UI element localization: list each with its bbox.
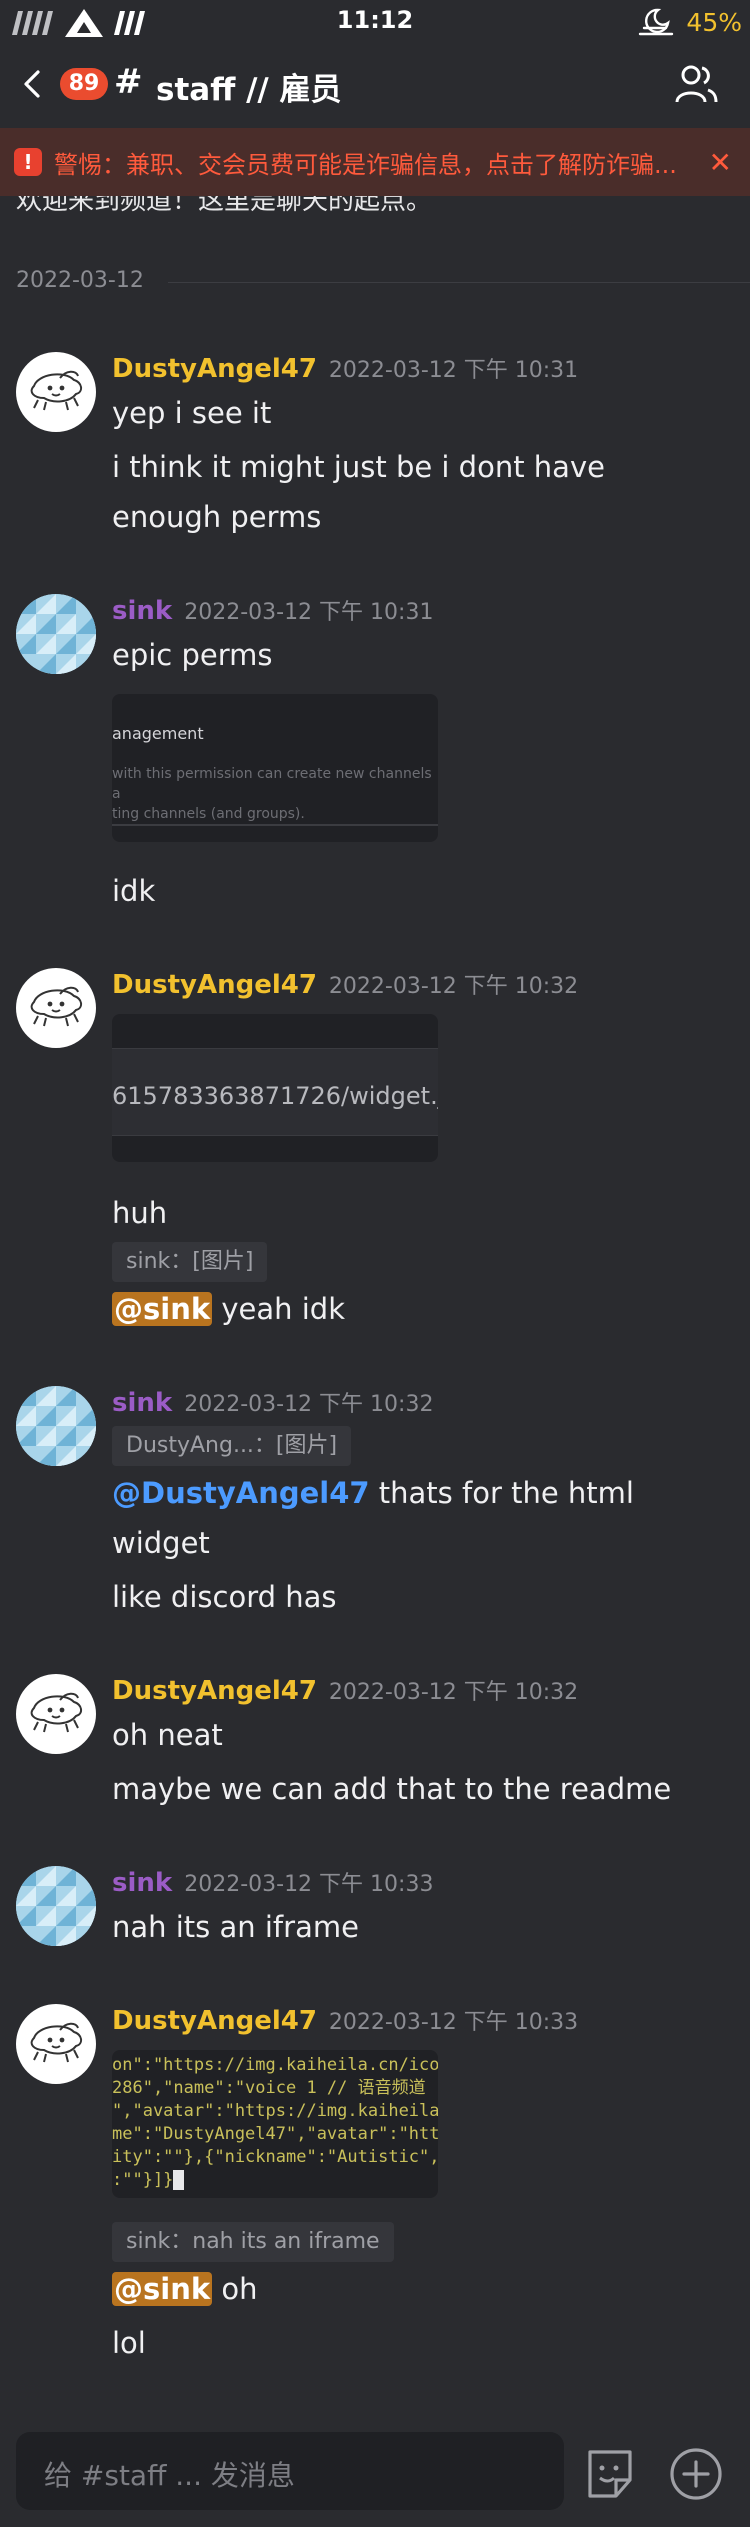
message-text: @DustyAngel47 thats for the html — [112, 1476, 634, 1510]
message-text: @sink yeah idk — [112, 1292, 345, 1326]
close-icon[interactable]: ✕ — [709, 146, 732, 179]
channel-title: staff // 雇员 — [156, 72, 342, 108]
mention[interactable]: @sink — [112, 1292, 213, 1326]
author-name[interactable]: sink 2022-03-12 下午 10:32 — [112, 1386, 433, 1418]
image-divider — [112, 824, 438, 826]
avatar[interactable] — [16, 594, 96, 674]
image-text: with this permission can create new chan… — [112, 766, 432, 822]
members-icon — [675, 65, 718, 103]
angel-avatar-icon — [30, 1692, 82, 1733]
message-text: lol — [112, 2326, 146, 2360]
message-text: epic perms — [112, 638, 273, 672]
date-divider: 2022-03-12 — [0, 262, 750, 302]
reply-quote[interactable]: sink：nah its an iframe — [112, 2222, 394, 2262]
reply-quote[interactable]: sink：[图片] — [112, 1242, 268, 1282]
message-text: nah its an iframe — [112, 1910, 359, 1944]
message-input-placeholder[interactable]: 给 #staff ... 发消息 — [44, 2454, 295, 2494]
hash-icon: # — [114, 62, 143, 102]
reply-quote[interactable]: DustyAng...：[图片] — [112, 1426, 352, 1466]
angel-avatar-icon — [30, 986, 82, 1027]
image-text: 615783363871726/widget.json — [112, 1082, 438, 1110]
angel-avatar-icon — [30, 370, 82, 411]
author-name[interactable]: sink 2022-03-12 下午 10:33 — [112, 1866, 433, 1898]
members-button[interactable] — [674, 62, 718, 106]
code-screenshot: on":"https://img.kaiheila.cn/ico 286","na… — [112, 2055, 438, 2190]
avatar[interactable] — [16, 1866, 96, 1946]
unread-badge: 89 — [60, 68, 108, 100]
author-name[interactable]: DustyAngel47 2022-03-12 下午 10:33 — [112, 2004, 578, 2036]
message-time: 2022-03-12 下午 10:32 — [328, 1680, 579, 1705]
message-text: oh neat — [112, 1718, 223, 1752]
plus-icon — [670, 2448, 722, 2500]
back-chevron-icon — [24, 70, 40, 98]
author-name[interactable]: DustyAngel47 2022-03-12 下午 10:32 — [112, 1674, 578, 1706]
avatar[interactable] — [16, 2004, 96, 2084]
battery-percent: 45% — [686, 7, 742, 37]
message-text: huh — [112, 1196, 168, 1230]
message-text: enough perms — [112, 500, 322, 534]
warning-icon: ! — [14, 148, 42, 176]
moon-cloud-icon — [639, 8, 674, 36]
message-composer[interactable]: 给 #staff ... 发消息 — [16, 2432, 564, 2510]
avatar[interactable] — [16, 968, 96, 1048]
mention[interactable]: @DustyAngel47 — [112, 1476, 370, 1510]
author-name[interactable]: sink 2022-03-12 下午 10:31 — [112, 594, 433, 626]
sink-avatar-icon — [16, 594, 96, 674]
avatar[interactable] — [16, 1386, 96, 1466]
add-attachment-button[interactable] — [668, 2446, 724, 2502]
image-attachment[interactable]: anagement with this permission can creat… — [112, 694, 438, 842]
message-time: 2022-03-12 下午 10:33 — [184, 1872, 434, 1897]
message-time: 2022-03-12 下午 10:33 — [328, 2010, 579, 2035]
divider-line — [168, 282, 750, 283]
channel-header: 89 # staff // 雇员 — [0, 50, 750, 122]
image-text: anagement — [112, 724, 204, 743]
warning-text: 警惕：兼职、交会员费可能是诈骗信息，点击了解防诈骗... — [54, 150, 677, 179]
author-name[interactable]: DustyAngel47 2022-03-12 下午 10:32 — [112, 968, 578, 1000]
image-attachment[interactable]: 615783363871726/widget.json — [112, 1014, 438, 1162]
divider-date: 2022-03-12 — [16, 268, 158, 293]
avatar[interactable] — [16, 1674, 96, 1754]
angel-avatar-icon — [30, 2022, 82, 2063]
status-right: 45% — [636, 6, 742, 38]
sticker-icon — [588, 2450, 632, 2498]
message-text: yep i see it — [112, 396, 272, 430]
back-button[interactable] — [20, 64, 60, 104]
message-text: like discord has — [112, 1580, 337, 1614]
message-time: 2022-03-12 下午 10:31 — [328, 358, 579, 383]
fraud-warning-banner[interactable]: ! 警惕：兼职、交会员费可能是诈骗信息，点击了解防诈骗... ✕ — [0, 128, 750, 196]
status-bar: 11:12 45% — [0, 0, 750, 44]
message-time: 2022-03-12 下午 10:32 — [184, 1392, 434, 1417]
message-text: i think it might just be i dont have — [112, 450, 605, 484]
message-text: @sink oh — [112, 2272, 258, 2306]
sink-avatar-icon — [16, 1386, 96, 1466]
image-attachment[interactable]: on":"https://img.kaiheila.cn/ico 286","na… — [112, 2050, 438, 2198]
avatar[interactable] — [16, 352, 96, 432]
mention[interactable]: @sink — [112, 2272, 213, 2306]
message-text: maybe we can add that to the readme — [112, 1772, 672, 1806]
message-text: idk — [112, 874, 156, 908]
message-time: 2022-03-12 下午 10:31 — [184, 600, 434, 625]
text-cursor — [173, 2170, 184, 2190]
author-name[interactable]: DustyAngel47 2022-03-12 下午 10:31 — [112, 352, 578, 384]
message-text: widget — [112, 1526, 210, 1560]
sticker-button[interactable] — [582, 2446, 638, 2502]
message-time: 2022-03-12 下午 10:32 — [328, 974, 579, 999]
sink-avatar-icon — [16, 1866, 96, 1946]
